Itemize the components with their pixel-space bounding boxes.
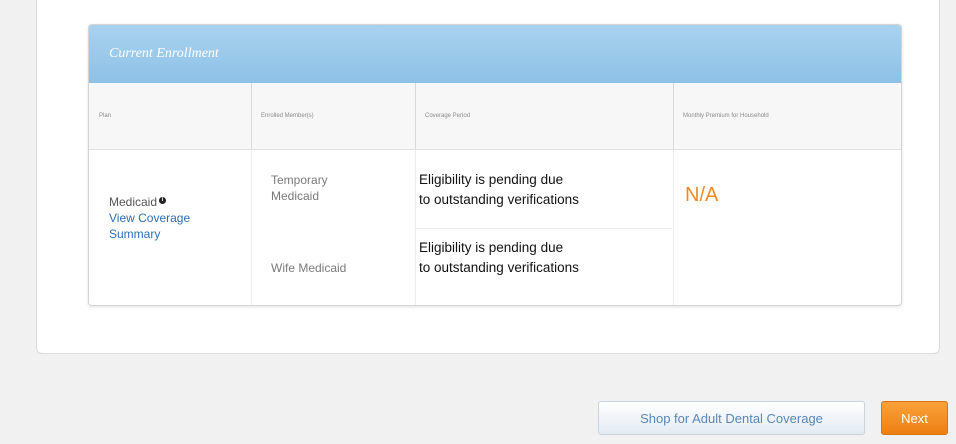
- member-temporary-medicaid: Temporary Medicaid: [271, 172, 381, 204]
- shop-adult-dental-button[interactable]: Shop for Adult Dental Coverage: [598, 401, 865, 435]
- member-line: Temporary: [271, 173, 328, 187]
- column-header-plan: Plan: [99, 113, 112, 119]
- column-header-coverage-period: Coverage Period: [425, 113, 471, 119]
- enrollment-body: Medicaid i View Coverage Summary Temporary…: [89, 150, 901, 305]
- link-text-line1: View Coverage: [109, 211, 191, 225]
- column-header-members: Enrolled Member(s): [261, 113, 314, 119]
- plan-name: Medicaid: [109, 195, 158, 209]
- monthly-premium-value: N/A: [685, 184, 719, 206]
- period-line: to outstanding verifications: [419, 192, 579, 207]
- coverage-period-row1: Eligibility is pending due to outstandin…: [419, 170, 669, 210]
- member-line: Medicaid: [271, 189, 320, 203]
- column-divider: [251, 150, 252, 305]
- info-icon[interactable]: i: [159, 197, 167, 204]
- current-enrollment-card: Current Enrollment Plan Enrolled Member(…: [88, 24, 902, 306]
- row-separator: [415, 228, 672, 229]
- card-header: Current Enrollment: [89, 25, 901, 83]
- view-coverage-summary-link[interactable]: View Coverage Summary: [109, 210, 229, 242]
- link-text-line2: Summary: [109, 227, 161, 241]
- period-line: Eligibility is pending due: [419, 240, 564, 255]
- plan-cell: Medicaid i View Coverage Summary: [109, 194, 229, 242]
- next-button[interactable]: Next: [881, 401, 948, 435]
- column-divider: [673, 150, 674, 305]
- period-line: to outstanding verifications: [419, 260, 579, 275]
- column-headers: Plan Enrolled Member(s) Coverage Period …: [89, 83, 901, 150]
- period-line: Eligibility is pending due: [419, 172, 564, 187]
- card-title: Current Enrollment: [109, 46, 219, 61]
- coverage-period-row2: Eligibility is pending due to outstandin…: [419, 238, 669, 278]
- column-header-premium: Monthly Premium for Household: [683, 113, 769, 119]
- member-wife-medicaid: Wife Medicaid: [271, 261, 347, 275]
